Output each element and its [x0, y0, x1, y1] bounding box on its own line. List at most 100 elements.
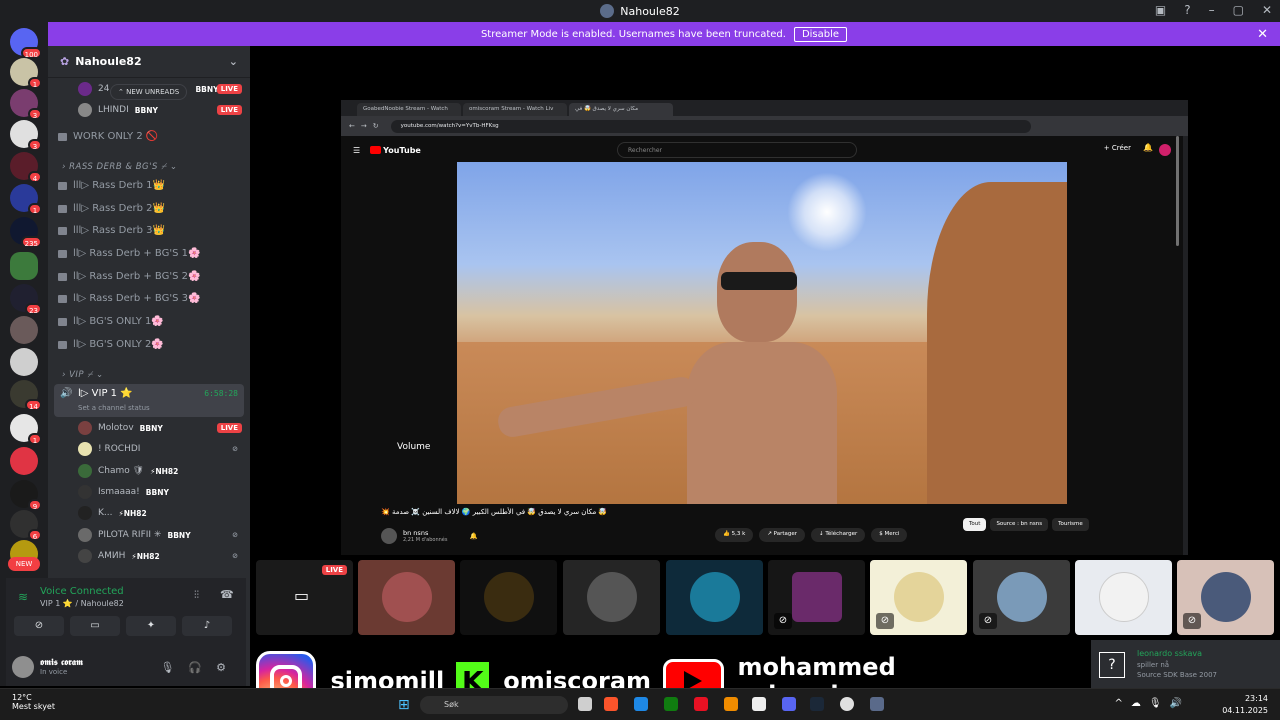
app-icon[interactable] [840, 697, 854, 711]
streamed-browser-window[interactable]: GoabedNoobie Stream - Watch omiscoram St… [341, 100, 1188, 555]
voice-user[interactable]: Chamo 🛡 ⚡NH82 [78, 464, 242, 478]
voice-channel[interactable]: lll▷ Rass Derb 3👑 [58, 225, 165, 236]
server-icon[interactable]: 3 [10, 89, 42, 120]
edge-icon[interactable] [634, 697, 648, 711]
screen-share-button[interactable]: ▭ [70, 616, 120, 636]
server-header[interactable]: ✿ Nahoule82 ⌄ [48, 46, 250, 78]
voice-channel[interactable]: ll▷ Rass Derb + BG'S 1🌸 [58, 248, 200, 259]
menu-icon[interactable]: ☰ [353, 146, 360, 155]
camera-button[interactable]: ⊘ [14, 616, 64, 636]
task-view-icon[interactable] [578, 697, 592, 711]
download-button[interactable]: ↓ Télécharger [811, 528, 866, 542]
server-icon[interactable] [10, 447, 38, 475]
activities-button[interactable]: ✦ [126, 616, 176, 636]
voice-channel[interactable]: ll▷ BG'S ONLY 1🌸 [58, 316, 164, 327]
voice-user[interactable]: ! ROCHDI ⊘ [78, 442, 242, 456]
new-unreads-pill[interactable]: ⌃ NEW UNREADS [110, 84, 188, 100]
voice-user[interactable]: Molotov BBNY LIVE [78, 421, 242, 435]
settings-icon[interactable] [870, 697, 884, 711]
category-header[interactable]: › VIP ⌿ ⌄ [62, 370, 104, 380]
clock[interactable]: 23:14 04.11.2025 [1222, 693, 1268, 717]
voice-channel[interactable]: ll▷ BG'S ONLY 2🌸 [58, 339, 164, 350]
browser-tab[interactable]: GoabedNoobie Stream - Watch [357, 103, 461, 116]
bell-icon[interactable]: 🔔 [470, 532, 478, 540]
taskbar-search[interactable]: Søk [420, 696, 568, 714]
maximize-button[interactable]: ▢ [1233, 3, 1244, 17]
participant-tile[interactable] [1075, 560, 1172, 635]
minimize-button[interactable]: – [1209, 3, 1215, 17]
browser-tab[interactable]: omiscoram Stream - Watch Liv [463, 103, 567, 116]
channel-status[interactable]: Set a channel status [78, 404, 150, 412]
store-icon[interactable] [752, 697, 766, 711]
like-button[interactable]: 👍 5,3 k [715, 528, 754, 542]
voice-channel[interactable]: lll▷ Rass Derb 1👑 [58, 180, 165, 191]
server-icon[interactable]: 23 [10, 284, 42, 315]
disconnect-icon[interactable]: ☎ [220, 588, 234, 601]
voice-channel-active[interactable]: 🔊 l▷ VIP 1 ⭐ 6:58:28 Set a channel statu… [54, 384, 244, 417]
server-icon[interactable]: 235 [10, 217, 42, 248]
voice-channel[interactable]: lll▷ Rass Derb 2👑 [58, 203, 165, 214]
youtube-logo[interactable]: YouTube [370, 146, 421, 155]
gear-icon[interactable]: ⚙ [216, 661, 240, 674]
youtube-search-input[interactable]: Rechercher [617, 142, 857, 158]
voice-user[interactable]: АМИН ⚡NH82 ⊘ [78, 549, 242, 563]
server-icon-selected[interactable] [10, 252, 38, 280]
voice-channel[interactable]: ll▷ Rass Derb + BG'S 3🌸 [58, 293, 200, 304]
server-icon[interactable] [10, 348, 38, 376]
browser-tab-active[interactable]: مكان سري لا يصدق 🤯 في [569, 103, 673, 116]
server-icon[interactable]: 14 [10, 380, 42, 411]
chip[interactable]: Source : bn nsns [990, 518, 1049, 531]
server-icon[interactable]: 1 [10, 184, 42, 215]
channel-info[interactable]: bn nsns 2,21 M d'abonnés 🔔 [381, 528, 478, 544]
disable-button[interactable]: Disable [793, 26, 848, 42]
voice-channel[interactable]: ll▷ Rass Derb + BG'S 2🌸 [58, 271, 200, 282]
participant-tile[interactable]: ⊘ [973, 560, 1070, 635]
weather-widget[interactable]: 12°C Mest skyet [12, 693, 55, 711]
voice-user[interactable]: LHINDI BBNY LIVE [78, 103, 242, 117]
activity-toast[interactable]: ? leonardo sskava spiller nå Source SDK … [1091, 640, 1280, 688]
scrollbar[interactable] [1176, 136, 1179, 246]
app-icon[interactable] [724, 697, 738, 711]
category-header[interactable]: › RASS DERB & BG'S ⌿ ⌄ [62, 162, 178, 172]
server-icon[interactable]: 1 [10, 414, 42, 445]
noise-suppression-icon[interactable]: ⫶⫶ [194, 590, 199, 601]
url-field[interactable]: youtube.com/watch?v=YvTb-HFKsg [390, 119, 1031, 133]
text-channel[interactable]: WORK ONLY 2 🚫 [58, 131, 158, 142]
voice-connected-subtitle[interactable]: VIP 1 ⭐ / Nahoule82 [40, 599, 124, 608]
help-icon[interactable]: ? [1184, 3, 1190, 17]
inbox-icon[interactable]: ▣ [1155, 3, 1166, 17]
close-icon[interactable]: ✕ [1257, 27, 1268, 42]
avatar[interactable] [1159, 144, 1171, 156]
discord-icon[interactable] [782, 697, 796, 711]
participant-tile[interactable] [460, 560, 557, 635]
share-button[interactable]: ↗ Partager [759, 528, 806, 542]
create-button[interactable]: + Créer [1104, 144, 1131, 152]
chip[interactable]: Tourisme [1052, 518, 1089, 531]
chip[interactable]: Tout [963, 518, 987, 531]
steam-icon[interactable] [810, 697, 824, 711]
video-player[interactable] [457, 162, 1067, 504]
brave-icon[interactable] [604, 697, 618, 711]
server-icon[interactable]: 1 [10, 58, 42, 89]
voice-user[interactable]: K... ⚡NH82 [78, 506, 242, 520]
xbox-icon[interactable] [664, 697, 678, 711]
participant-tile[interactable]: ⊘ [870, 560, 967, 635]
close-window-button[interactable]: ✕ [1262, 3, 1272, 17]
participant-tile[interactable]: LIVE ▭ [256, 560, 353, 635]
server-icon[interactable] [10, 316, 38, 344]
start-icon[interactable]: ⊞ [398, 697, 410, 713]
participant-tile[interactable] [563, 560, 660, 635]
voice-user[interactable]: Ismaaaa! BBNY [78, 485, 242, 499]
nav-buttons[interactable]: ←→↻ [349, 122, 385, 130]
server-icon[interactable]: 9 [10, 480, 42, 511]
new-pill[interactable]: NEW [8, 557, 40, 571]
headphones-icon[interactable]: 🎧 [188, 661, 216, 674]
thanks-button[interactable]: $ Merci [871, 528, 908, 542]
voice-user[interactable]: PILOTA RIFII ✳ BBNY ⊘ [78, 528, 242, 542]
participant-tile[interactable] [666, 560, 763, 635]
participant-tile[interactable]: ⊘ [1177, 560, 1274, 635]
microphone-icon[interactable]: 🎙 [160, 661, 188, 674]
server-icon[interactable]: 4 [10, 152, 42, 183]
system-tray[interactable]: ^☁🎙🔊 [1114, 698, 1190, 709]
participant-tile[interactable] [358, 560, 455, 635]
